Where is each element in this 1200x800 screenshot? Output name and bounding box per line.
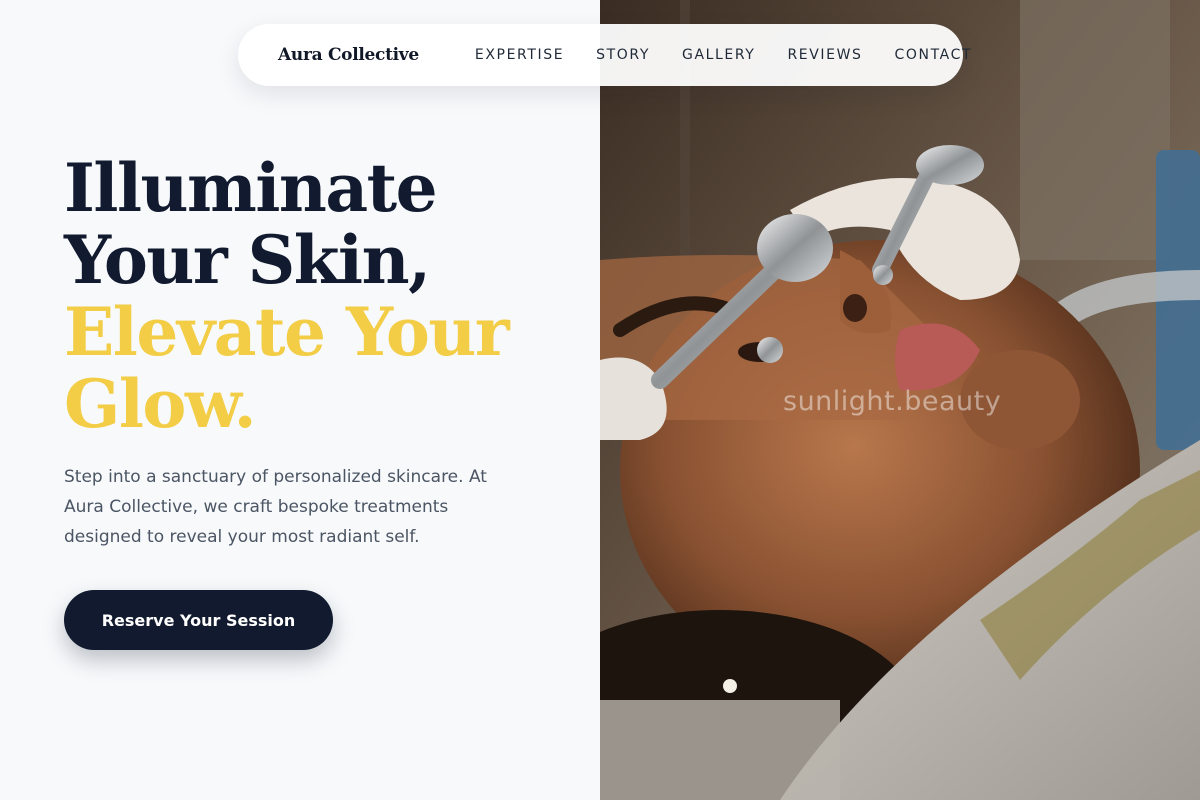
nav-link-reviews[interactable]: REVIEWS xyxy=(787,47,862,63)
hero-heading-accent-line-2: Glow. xyxy=(64,365,257,443)
hero-heading-line-1: Illuminate xyxy=(64,149,438,227)
landing-page: Illuminate Your Skin, Elevate Your Glow.… xyxy=(0,0,1200,800)
image-watermark: sunlight.beauty xyxy=(783,386,1002,417)
nav-link-expertise[interactable]: EXPERTISE xyxy=(475,47,564,63)
hero-heading-line-2: Your Skin, xyxy=(64,221,431,299)
hero-left-pane: Illuminate Your Skin, Elevate Your Glow.… xyxy=(0,0,600,800)
brand-logo[interactable]: Aura Collective xyxy=(278,45,419,65)
reserve-session-button[interactable]: Reserve Your Session xyxy=(64,590,333,650)
nav-links: EXPERTISE STORY GALLERY REVIEWS CONTACT xyxy=(475,47,972,63)
hero-description: Step into a sanctuary of personalized sk… xyxy=(64,467,487,547)
top-navigation: Aura Collective EXPERTISE STORY GALLERY … xyxy=(238,24,971,86)
nav-link-story[interactable]: STORY xyxy=(596,47,650,63)
hero-heading-accent-line-1: Elevate Your xyxy=(64,293,510,371)
nav-link-gallery[interactable]: GALLERY xyxy=(682,47,755,63)
nav-link-contact[interactable]: CONTACT xyxy=(895,47,973,63)
hero-heading: Illuminate Your Skin, Elevate Your Glow. xyxy=(64,149,510,443)
